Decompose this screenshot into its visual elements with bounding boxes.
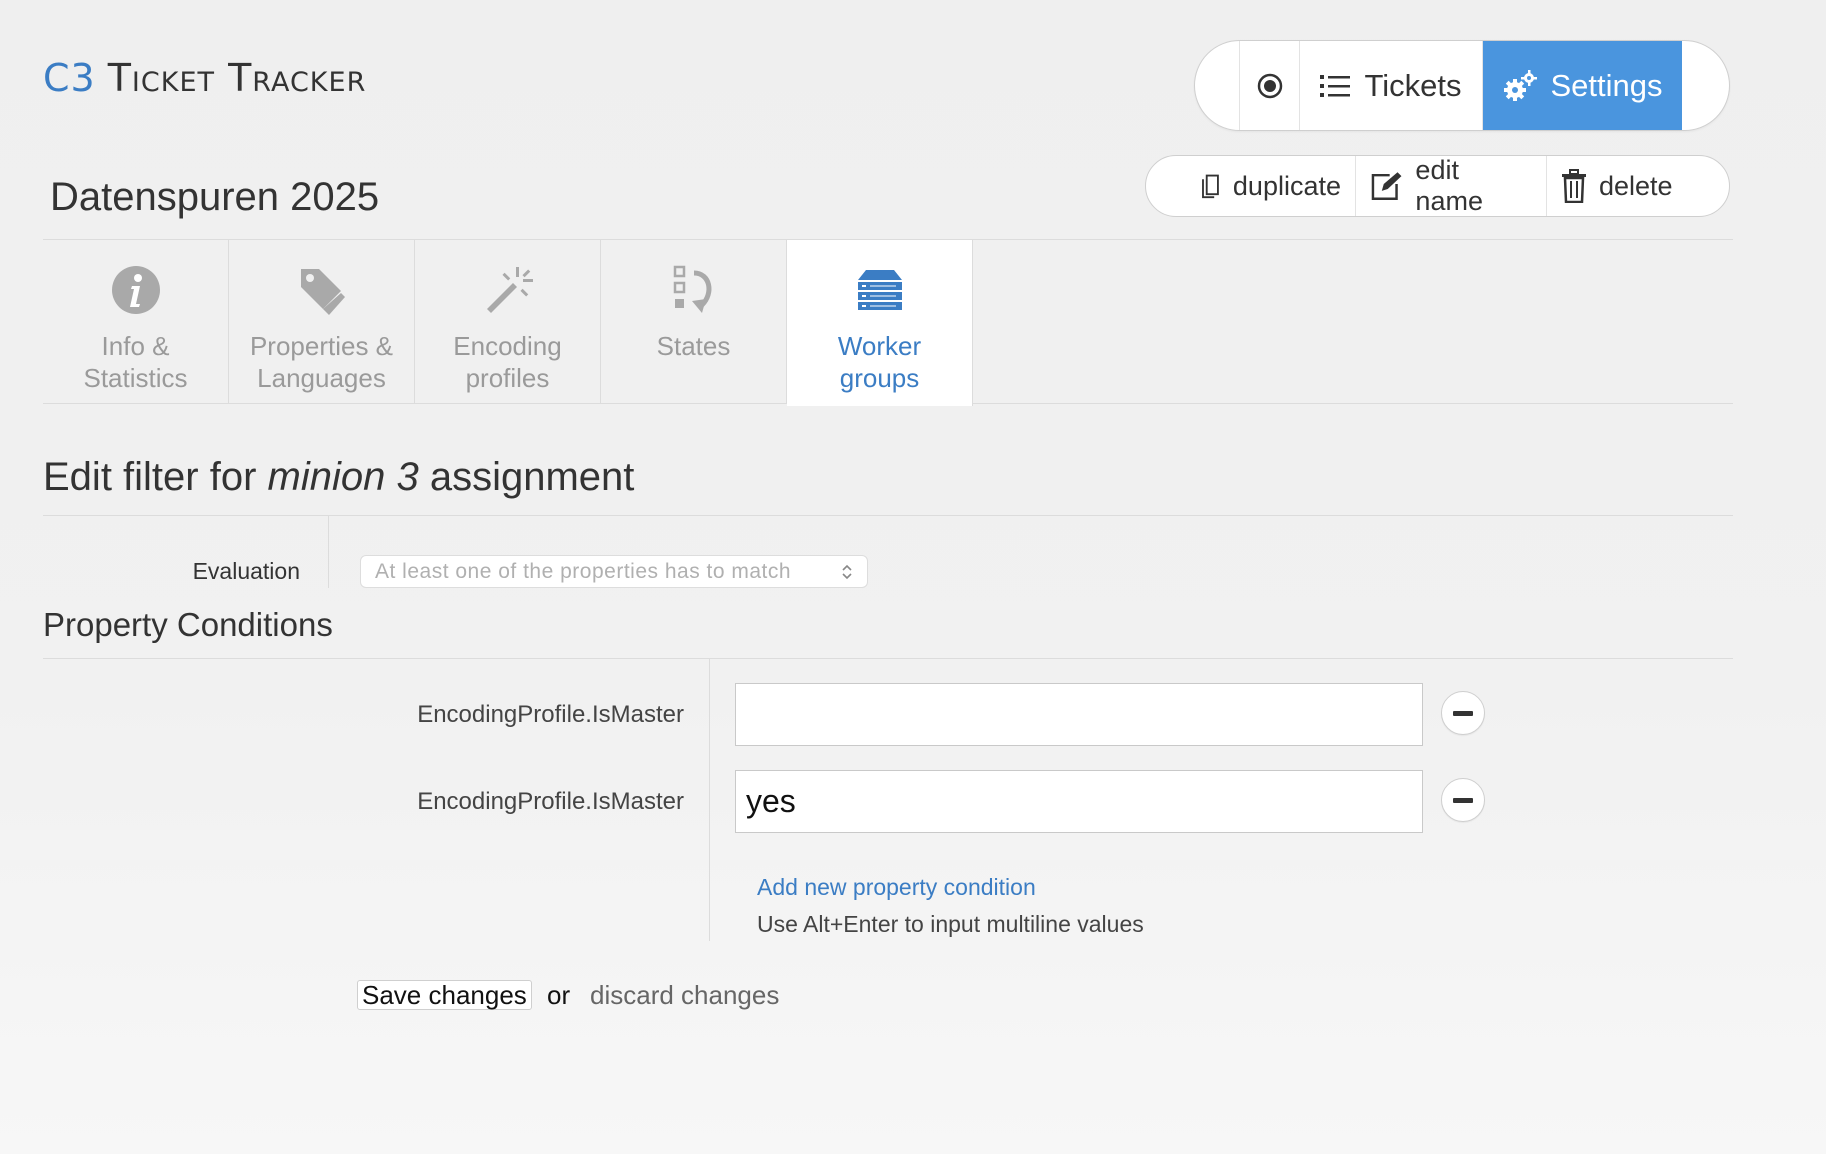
condition-key-label: EncodingProfile.IsMaster bbox=[417, 788, 684, 815]
tab-label: States bbox=[656, 331, 731, 361]
minus-icon bbox=[1453, 710, 1473, 716]
server-icon bbox=[857, 270, 902, 310]
evaluation-label: Evaluation bbox=[192, 558, 300, 584]
settings-label: Settings bbox=[1550, 67, 1663, 103]
list-icon bbox=[1320, 74, 1351, 97]
tab-label: Encoding profiles bbox=[453, 331, 562, 393]
heading-suffix: assignment bbox=[418, 455, 635, 499]
project-title: Datenspuren 2025 bbox=[50, 175, 380, 219]
remove-condition-button[interactable] bbox=[1441, 778, 1485, 822]
evaluation-value: At least one of the properties has to ma… bbox=[375, 559, 792, 583]
condition-key-label: EncodingProfile.IsMaster bbox=[417, 701, 684, 728]
duplicate-label: duplicate bbox=[1232, 170, 1341, 201]
gears-icon bbox=[1504, 69, 1538, 101]
tab-encoding-profiles[interactable]: Encoding profiles bbox=[415, 240, 601, 403]
edit-name-button[interactable]: edit name bbox=[1356, 156, 1547, 216]
logo-mark: C3 bbox=[43, 56, 96, 100]
or-text: or bbox=[547, 980, 571, 1010]
save-changes-button[interactable]: Save changes bbox=[357, 980, 532, 1010]
project-actions: duplicate edit name delete bbox=[1145, 155, 1730, 217]
property-conditions-heading: Property Conditions bbox=[43, 606, 333, 643]
delete-button[interactable]: delete bbox=[1547, 156, 1697, 216]
magic-wand-icon bbox=[486, 267, 533, 313]
multiline-hint: Use Alt+Enter to input multiline values bbox=[757, 911, 1144, 937]
states-icon bbox=[673, 265, 711, 313]
form-heading: Edit filter for minion 3 assignment bbox=[43, 455, 634, 500]
info-icon bbox=[111, 266, 160, 314]
worker-group-name: minion 3 bbox=[267, 455, 419, 499]
logo-name: Ticket Tracker bbox=[107, 56, 367, 100]
tickets-label: Tickets bbox=[1364, 67, 1462, 103]
tag-icon bbox=[300, 269, 345, 315]
tab-states[interactable]: States bbox=[601, 240, 787, 403]
tickets-nav-button[interactable]: Tickets bbox=[1300, 41, 1483, 130]
tab-info-statistics[interactable]: Info & Statistics bbox=[43, 240, 229, 403]
tab-label: Worker groups bbox=[837, 331, 922, 393]
edit-icon bbox=[1371, 172, 1402, 201]
project-tabs: Info & Statistics Properties & Languages… bbox=[43, 239, 1733, 406]
settings-nav-button[interactable]: Settings bbox=[1483, 41, 1682, 130]
duplicate-button[interactable]: duplicate bbox=[1186, 156, 1356, 216]
condition-value-input[interactable] bbox=[735, 683, 1423, 746]
tab-label: Info & Statistics bbox=[83, 331, 188, 393]
trash-icon bbox=[1562, 169, 1586, 203]
select-arrows-icon bbox=[842, 564, 852, 579]
evaluation-select[interactable]: At least one of the properties has to ma… bbox=[360, 555, 868, 588]
main-nav: Tickets Settings bbox=[1194, 40, 1730, 131]
condition-value-input[interactable]: yes bbox=[735, 770, 1423, 833]
tab-properties-languages[interactable]: Properties & Languages bbox=[229, 240, 415, 403]
minus-icon bbox=[1453, 797, 1473, 803]
remove-condition-button[interactable] bbox=[1441, 691, 1485, 735]
record-icon bbox=[1257, 73, 1282, 98]
heading-prefix: Edit filter for bbox=[43, 455, 268, 499]
discard-changes-link[interactable]: discard changes bbox=[590, 980, 779, 1011]
app-logo[interactable]: C3 Ticket Tracker bbox=[43, 56, 366, 100]
add-property-condition-link[interactable]: Add new property condition bbox=[757, 874, 1036, 901]
tab-label: Properties & Languages bbox=[249, 331, 394, 393]
duplicate-icon bbox=[1202, 174, 1219, 199]
delete-label: delete bbox=[1599, 170, 1673, 201]
tab-worker-groups[interactable]: Worker groups bbox=[787, 240, 973, 406]
record-button[interactable] bbox=[1240, 41, 1300, 130]
edit-name-label: edit name bbox=[1415, 155, 1483, 216]
